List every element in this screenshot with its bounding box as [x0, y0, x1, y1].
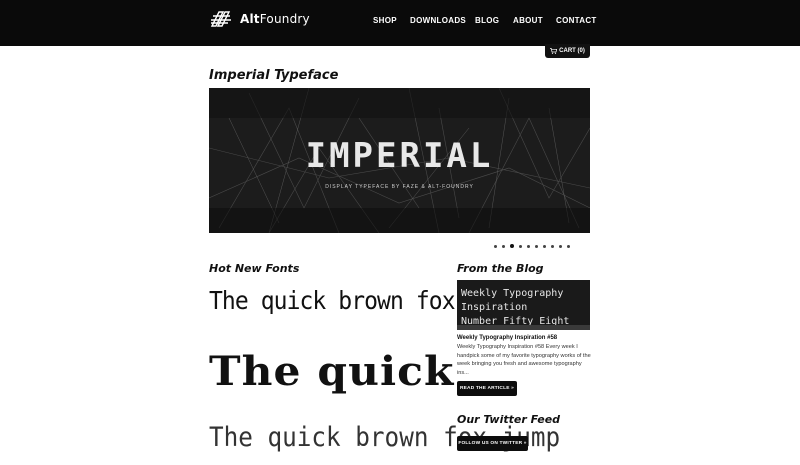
slider-pagination — [494, 244, 570, 248]
from-the-blog-heading: From the Blog — [457, 262, 544, 275]
slider-dot[interactable] — [527, 244, 530, 248]
cart-label: CART (0) — [559, 48, 585, 54]
slider-dot[interactable] — [559, 244, 562, 248]
font-sample-2[interactable]: The quick — [209, 348, 454, 395]
thumbnail-text: Weekly Typography Inspiration Number Fif… — [461, 288, 570, 327]
blog-post-thumbnail[interactable]: Weekly Typography Inspiration Number Fif… — [457, 280, 590, 330]
thumbnail-bar — [457, 325, 590, 330]
cart-button[interactable]: CART (0) — [545, 44, 590, 58]
cart-icon — [550, 48, 558, 54]
hot-new-fonts-heading: Hot New Fonts — [209, 262, 300, 275]
altfoundry-logo-icon — [210, 11, 231, 27]
slider-dot[interactable] — [567, 244, 570, 248]
logo-wordmark: AltFoundry — [240, 12, 310, 26]
blog-post-title[interactable]: Weekly Typography Inspiration #58 — [457, 335, 557, 341]
altfoundry-logo[interactable]: AltFoundry — [210, 11, 310, 27]
slider-dot[interactable] — [494, 244, 497, 248]
nav-about[interactable]: ABOUT — [513, 16, 543, 25]
read-article-button[interactable]: READ THE ARTICLE » — [457, 381, 517, 396]
top-navigation-bar: AltFoundry SHOP DOWNLOADS BLOG ABOUT CON… — [0, 0, 800, 46]
twitter-feed-heading: Our Twitter Feed — [457, 413, 561, 426]
slider-dot[interactable] — [502, 244, 505, 248]
blog-post-excerpt: Weekly Typography Inspiration #58 Every … — [457, 344, 591, 376]
slider-dot-active[interactable] — [510, 244, 514, 248]
nav-shop[interactable]: SHOP — [373, 16, 397, 25]
banner-subtitle: DISPLAY TYPEFACE BY FAZE & ALT-FOUNDRY — [325, 184, 474, 190]
slider-dot[interactable] — [535, 244, 538, 248]
featured-typeface-heading: Imperial Typeface — [209, 68, 339, 83]
nav-blog[interactable]: BLOG — [475, 16, 499, 25]
follow-twitter-button[interactable]: FOLLOW US ON TWITTER » — [457, 436, 528, 451]
slider-dot[interactable] — [543, 244, 546, 248]
banner-title: IMPERIAL — [305, 136, 494, 176]
nav-downloads[interactable]: DOWNLOADS — [410, 16, 466, 25]
slider-dot[interactable] — [519, 244, 522, 248]
hero-slider-banner[interactable]: IMPERIAL DISPLAY TYPEFACE BY FAZE & ALT-… — [209, 88, 590, 233]
nav-contact[interactable]: CONTACT — [556, 16, 597, 25]
slider-dot[interactable] — [551, 244, 554, 248]
